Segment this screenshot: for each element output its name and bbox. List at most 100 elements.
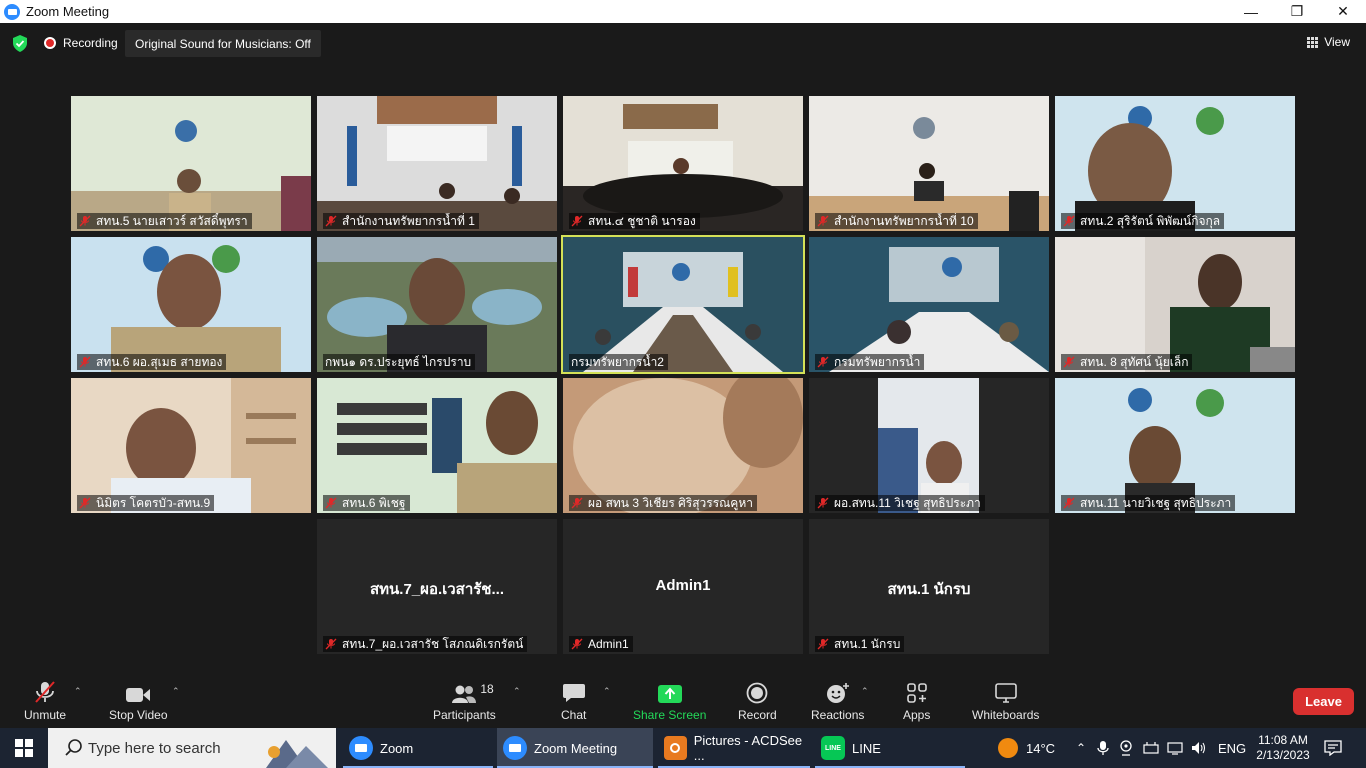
audio-options-chevron-icon[interactable]: ⌃ bbox=[74, 686, 82, 697]
view-label: View bbox=[1324, 35, 1350, 49]
original-sound-toggle[interactable]: Original Sound for Musicians: Off bbox=[125, 30, 321, 57]
participant-video bbox=[563, 237, 803, 372]
video-tile-active-speaker[interactable]: กรมทรัพยากรน้ำ2 bbox=[561, 235, 805, 374]
video-tile[interactable]: สทน.2 สุริรัตน์ พิพัฒน์กิจกุล bbox=[1055, 96, 1295, 231]
video-off-tile[interactable]: Admin1 Admin1 bbox=[563, 519, 803, 654]
participant-video bbox=[1055, 237, 1295, 372]
participant-display-name: Admin1 bbox=[655, 577, 711, 594]
recording-label: Recording bbox=[63, 36, 118, 50]
video-tile[interactable]: สทน.6 พิเชฐ bbox=[317, 378, 557, 513]
muted-mic-icon bbox=[817, 356, 829, 368]
acdsee-app-icon bbox=[664, 736, 687, 760]
stop-video-button[interactable]: Stop Video bbox=[109, 680, 168, 722]
video-tile[interactable]: กพน๑ ดร.ประยุทธ์ ไกรปราบ bbox=[317, 237, 557, 372]
participant-video bbox=[563, 96, 803, 231]
webcam-icon[interactable] bbox=[1119, 740, 1133, 756]
participant-name: สทน.11 นายวิเชฐ สุทธิประภา bbox=[1061, 495, 1236, 511]
weather-sun-icon bbox=[998, 738, 1018, 758]
record-button[interactable]: Record bbox=[738, 680, 777, 722]
participant-video bbox=[1055, 378, 1295, 513]
video-tile[interactable]: สำนักงานทรัพยากรน้ำที่ 1 bbox=[317, 96, 557, 231]
minimize-button[interactable]: — bbox=[1228, 0, 1274, 23]
view-button[interactable]: View bbox=[1307, 35, 1350, 49]
video-tile[interactable]: สทน. 8 สุทัศน์ นุ้ยเล็ก bbox=[1055, 237, 1295, 372]
search-placeholder: Type here to search bbox=[88, 739, 221, 757]
video-tile[interactable]: สทน.6 ผอ.สุเมธ สายทอง bbox=[71, 237, 311, 372]
video-tile[interactable]: สทน.11 นายวิเชฐ สุทธิประภา bbox=[1055, 378, 1295, 513]
taskbar-app-zoom-meeting[interactable]: Zoom Meeting bbox=[497, 728, 653, 768]
participant-video bbox=[563, 378, 803, 513]
taskbar-app-acdsee[interactable]: Pictures - ACDSee ... bbox=[658, 728, 810, 768]
participant-name: กพน๑ ดร.ประยุทธ์ ไกรปราบ bbox=[323, 354, 476, 370]
shield-check-icon[interactable] bbox=[12, 35, 28, 52]
muted-mic-icon bbox=[817, 215, 829, 227]
video-tile[interactable]: ผอ.สทน.11 วิเชฐ สุทธิประภา bbox=[809, 378, 1049, 513]
participant-name: นิมิตร โคตรบัว-สทน.9 bbox=[77, 495, 215, 511]
muted-mic-icon bbox=[325, 638, 337, 650]
participant-display-name: สทน.7_ผอ.เวสารัช... bbox=[370, 581, 504, 598]
video-tile[interactable]: สำนักงานทรัพยากรน้ำที่ 10 bbox=[809, 96, 1049, 231]
reactions-button[interactable]: Reactions bbox=[811, 680, 864, 722]
participant-video bbox=[809, 378, 1049, 513]
wifi-network-icon[interactable] bbox=[1167, 741, 1183, 755]
video-tile[interactable]: สทน.๔ ชูชาติ นารอง bbox=[563, 96, 803, 231]
whiteboard-icon bbox=[994, 683, 1017, 703]
participant-name: กรมทรัพยากรน้ำ bbox=[815, 354, 925, 370]
participant-display-name: สทน.1 นักรบ bbox=[887, 581, 971, 598]
participant-video bbox=[71, 378, 311, 513]
zoom-meeting-app-icon bbox=[503, 736, 527, 760]
participant-video bbox=[317, 237, 557, 372]
action-center-button[interactable] bbox=[1324, 728, 1342, 768]
grid-view-icon bbox=[1307, 36, 1319, 48]
taskbar-search-box[interactable]: Type here to search bbox=[48, 728, 336, 768]
show-hidden-icons-chevron-icon[interactable]: ⌃ bbox=[1073, 741, 1089, 755]
video-tile[interactable]: กรมทรัพยากรน้ำ bbox=[809, 237, 1049, 372]
video-off-tile[interactable]: สทน.7_ผอ.เวสารัช... สทน.7_ผอ.เวสารัช โสภ… bbox=[317, 519, 557, 654]
close-button[interactable]: ✕ bbox=[1320, 0, 1366, 23]
mic-muted-icon bbox=[35, 681, 55, 703]
volume-icon[interactable] bbox=[1191, 741, 1207, 755]
video-tile[interactable]: สทน.5 นายเสาวร์ สวัสดิ์พุทรา bbox=[71, 96, 311, 231]
muted-mic-icon bbox=[79, 497, 91, 509]
chat-button[interactable]: Chat bbox=[561, 680, 586, 722]
recording-indicator[interactable]: Recording bbox=[44, 36, 118, 50]
taskbar-app-line[interactable]: LINE LINE bbox=[815, 728, 965, 768]
whiteboards-button[interactable]: Whiteboards bbox=[972, 680, 1039, 722]
muted-mic-icon bbox=[817, 497, 829, 509]
apps-button[interactable]: Apps bbox=[903, 680, 930, 722]
smiley-icon bbox=[826, 683, 849, 703]
video-off-tile[interactable]: สทน.1 นักรบ สทน.1 นักรบ bbox=[809, 519, 1049, 654]
search-highlight-illustration-icon bbox=[266, 740, 328, 768]
participants-count: 18 bbox=[480, 682, 494, 696]
network-adapter-icon[interactable] bbox=[1143, 741, 1159, 755]
muted-mic-icon bbox=[571, 497, 583, 509]
participant-video bbox=[317, 96, 557, 231]
system-tray-icons: ⌃ bbox=[1073, 728, 1207, 768]
share-screen-button[interactable]: Share Screen bbox=[633, 680, 706, 722]
taskbar-clock[interactable]: 11:08 AM 2/13/2023 bbox=[1255, 728, 1311, 768]
reactions-options-chevron-icon[interactable]: ⌃ bbox=[861, 686, 869, 697]
participant-name: สทน.5 นายเสาวร์ สวัสดิ์พุทรา bbox=[77, 213, 252, 229]
input-language[interactable]: ENG bbox=[1218, 728, 1246, 768]
muted-mic-icon bbox=[325, 215, 337, 227]
zoom-logo-icon bbox=[4, 3, 20, 20]
unmute-button[interactable]: Unmute bbox=[24, 680, 66, 722]
video-tile[interactable]: นิมิตร โคตรบัว-สทน.9 bbox=[71, 378, 311, 513]
weather-widget[interactable]: 14°C bbox=[998, 728, 1055, 768]
participants-button[interactable]: 18 Participants bbox=[433, 680, 496, 722]
participants-options-chevron-icon[interactable]: ⌃ bbox=[513, 686, 521, 697]
video-options-chevron-icon[interactable]: ⌃ bbox=[172, 686, 180, 697]
participant-name: สำนักงานทรัพยากรน้ำที่ 1 bbox=[323, 213, 479, 229]
chat-options-chevron-icon[interactable]: ⌃ bbox=[603, 686, 611, 697]
maximize-button[interactable]: ❐ bbox=[1274, 0, 1320, 23]
muted-mic-icon bbox=[1063, 215, 1075, 227]
video-tile[interactable]: ผอ สทน 3 วิเชียร ศิริสุวรรณคูหา bbox=[563, 378, 803, 513]
recording-dot-icon bbox=[44, 37, 56, 49]
participant-video bbox=[71, 237, 311, 372]
taskbar-app-zoom[interactable]: Zoom bbox=[343, 728, 493, 768]
participant-video bbox=[71, 96, 311, 231]
record-icon bbox=[746, 682, 768, 704]
leave-button[interactable]: Leave bbox=[1293, 688, 1354, 715]
microphone-icon[interactable] bbox=[1097, 740, 1109, 756]
start-button[interactable] bbox=[0, 728, 48, 768]
